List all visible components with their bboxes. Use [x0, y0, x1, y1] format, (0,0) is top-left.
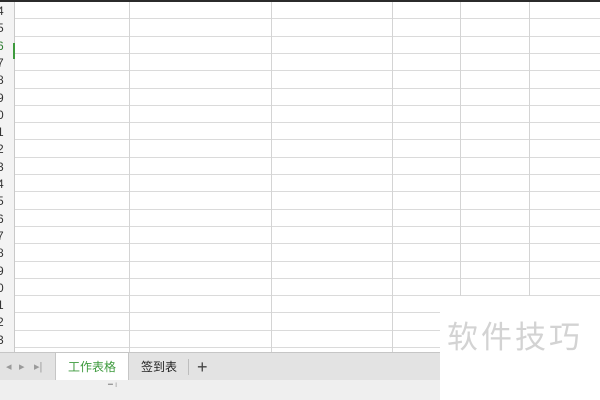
row-number[interactable]: 4: [0, 3, 14, 20]
row-gridline: [15, 277, 600, 279]
row-number[interactable]: 8: [0, 72, 14, 89]
column-gridline: [271, 2, 272, 352]
row-gridline: [15, 243, 600, 245]
row-gridline: [15, 208, 600, 210]
row-number[interactable]: 4: [0, 176, 14, 193]
row-number[interactable]: 2: [0, 141, 14, 158]
sheet-tab-bar: ◂ ▸ ▸| 工作表格 签到表 +: [0, 352, 440, 381]
row-gridline: [15, 70, 600, 72]
tab-sheet-2[interactable]: 签到表: [130, 353, 188, 381]
scroll-grip-icon[interactable]: ━ ı: [108, 381, 117, 389]
row-number[interactable]: 1: [0, 297, 14, 314]
row-gridline: [15, 52, 600, 54]
column-gridline: [129, 2, 130, 352]
row-gridline: [15, 225, 600, 227]
row-number[interactable]: 8: [0, 245, 14, 262]
row-number[interactable]: 6: [0, 211, 14, 228]
row-number[interactable]: 3: [0, 332, 14, 349]
next-sheet-icon[interactable]: ▸: [19, 359, 25, 375]
row-gridline: [15, 87, 600, 89]
tab-sheet-1[interactable]: 工作表格: [55, 353, 129, 381]
row-gridline: [15, 156, 600, 158]
row-number[interactable]: 0: [0, 280, 14, 297]
row-number[interactable]: 9: [0, 90, 14, 107]
row-gridline: [15, 191, 600, 193]
row-gridline: [15, 260, 600, 262]
row-number[interactable]: 2: [0, 314, 14, 331]
column-gridline: [392, 2, 393, 352]
first-sheet-icon[interactable]: ◂: [6, 359, 12, 375]
row-gridline: [15, 104, 600, 106]
row-number[interactable]: 5: [0, 193, 14, 210]
last-sheet-icon[interactable]: ▸|: [34, 359, 42, 375]
row-number[interactable]: 3: [0, 159, 14, 176]
row-number[interactable]: 0: [0, 107, 14, 124]
row-number[interactable]: 9: [0, 263, 14, 280]
watermark-text: 软件技巧: [447, 320, 583, 356]
tab-separator: [188, 359, 189, 375]
add-sheet-button[interactable]: +: [197, 353, 208, 381]
status-strip: [0, 380, 440, 400]
row-number[interactable]: 1: [0, 124, 14, 141]
row-number[interactable]: 7: [0, 228, 14, 245]
row-gridline: [15, 122, 600, 124]
row-number[interactable]: 5: [0, 20, 14, 37]
row-gridline: [15, 18, 600, 20]
row-gridline: [15, 139, 600, 141]
row-gridline: [15, 174, 600, 175]
row-gridline: [15, 35, 600, 37]
